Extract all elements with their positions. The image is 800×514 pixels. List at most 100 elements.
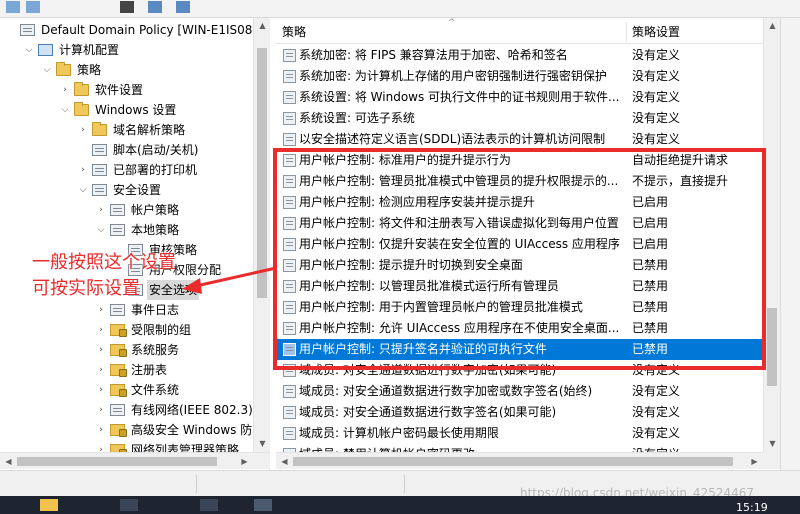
policy-row[interactable]: 以安全描述符定义语言(SDDL)语法表示的计算机访问限制 没有定义 <box>276 129 780 150</box>
policy-row[interactable]: 系统设置: 可选子系统 没有定义 <box>276 108 780 129</box>
network-icon <box>110 404 125 416</box>
firewall-icon <box>110 424 127 437</box>
expand-chevron-down-icon[interactable]: ⌵ <box>78 180 88 200</box>
tree-item[interactable]: › 域名解析策略 <box>0 120 253 140</box>
policy-row[interactable]: 域成员: 对安全通道数据进行数字签名(如果可能) 没有定义 <box>276 402 780 423</box>
tree-item[interactable]: ⌵ 安全设置 <box>0 180 253 200</box>
expand-chevron-right-icon[interactable]: › <box>96 320 106 340</box>
tree-item-label[interactable]: 文件系统 <box>129 380 181 400</box>
toolbar-strip <box>0 0 800 18</box>
tree-item-label[interactable]: 安全选项 <box>147 280 200 300</box>
tree-item-label[interactable]: 已部署的打印机 <box>111 160 199 180</box>
policy-row[interactable]: 系统设置: 将 Windows 可执行文件中的证书规则用于软件... 没有定义 <box>276 87 780 108</box>
expand-chevron-right-icon[interactable]: › <box>96 200 106 220</box>
tree-item[interactable]: › 有线网络(IEEE 802.3)策 <box>0 400 265 420</box>
tree-vertical-scrollbar[interactable]: ▲ ▼ <box>253 18 270 452</box>
tree-item[interactable]: › 文件系统 <box>0 380 253 400</box>
taskbar-app-icon[interactable] <box>254 499 272 511</box>
scroll-up-icon[interactable]: ▲ <box>764 18 781 34</box>
tree-item[interactable]: ⌵ 计算机配置 <box>0 40 253 60</box>
tree-item[interactable]: › 帐户策略 <box>0 200 253 220</box>
tree-item-label[interactable]: 高级安全 Windows 防火 <box>129 420 266 440</box>
annotation-text-line1: 一般按照这个设置 <box>32 252 176 273</box>
tree-horizontal-scrollbar[interactable]: ◀ ▶ <box>0 452 270 469</box>
tree-item-label[interactable]: 安全设置 <box>111 180 163 200</box>
scroll-thumb[interactable] <box>257 48 267 298</box>
expand-chevron-down-icon[interactable]: ⌵ <box>96 220 106 240</box>
scroll-down-icon[interactable]: ▼ <box>254 436 271 452</box>
scroll-left-icon[interactable]: ◀ <box>0 453 17 470</box>
expand-chevron-right-icon[interactable]: › <box>96 300 106 320</box>
expand-chevron-right-icon[interactable]: › <box>96 400 106 420</box>
expand-chevron-down-icon[interactable]: ⌵ <box>24 40 34 60</box>
policy-setting-icon <box>283 49 296 62</box>
tree-item[interactable]: › 事件日志 <box>0 300 253 320</box>
file-explorer-icon[interactable] <box>40 499 58 511</box>
tree-item[interactable]: ⌵ 策略 <box>0 60 253 80</box>
policy-row[interactable]: 系统加密: 将 FIPS 兼容算法用于加密、哈希和签名 没有定义 <box>276 45 780 66</box>
tree-item-label[interactable]: 软件设置 <box>93 80 145 100</box>
tree-item-label[interactable]: 策略 <box>75 60 103 80</box>
policy-setting-value: 没有定义 <box>632 69 681 83</box>
tree-item-label[interactable]: 计算机配置 <box>57 40 121 60</box>
delete-icon[interactable] <box>120 1 134 13</box>
scroll-right-icon[interactable]: ▶ <box>746 453 763 470</box>
expand-chevron-right-icon[interactable]: › <box>60 80 70 100</box>
tree-item-label[interactable]: 受限制的组 <box>129 320 193 340</box>
policy-row[interactable]: 域成员: 禁用计算机帐户密码更改没有定义 <box>276 444 780 452</box>
clock-time: 15:19 <box>736 501 768 514</box>
tree-item[interactable]: Default Domain Policy [WIN-E1IS0843P <box>0 20 269 40</box>
policy-row[interactable]: 域成员: 对安全通道数据进行数字加密或数字签名(始终) 没有定义 <box>276 381 780 402</box>
back-icon[interactable] <box>6 1 20 13</box>
scroll-thumb[interactable] <box>767 308 777 386</box>
policy-row[interactable]: 域成员: 计算机帐户密码最长使用期限 没有定义 <box>276 423 780 444</box>
tree-item-label[interactable]: Default Domain Policy [WIN-E1IS0843P <box>39 20 269 40</box>
tree-item-label[interactable]: 脚本(启动/关机) <box>111 140 200 160</box>
tree-item[interactable]: › 已部署的打印机 <box>0 160 253 180</box>
tree-item-label[interactable]: 注册表 <box>129 360 169 380</box>
tree-item[interactable]: › 受限制的组 <box>0 320 253 340</box>
tree-item[interactable]: › 软件设置 <box>0 80 253 100</box>
printer-icon <box>92 164 107 176</box>
expand-chevron-down-icon[interactable]: ⌵ <box>42 60 52 80</box>
expand-chevron-right-icon[interactable]: › <box>96 380 106 400</box>
tree-item[interactable]: ⌵ 本地策略 <box>0 220 253 240</box>
tree-item[interactable]: 脚本(启动/关机) <box>0 140 253 160</box>
policy-row[interactable]: 系统加密: 为计算机上存储的用户密钥强制进行强密钥保护 没有定义 <box>276 66 780 87</box>
policy-setting-value: 没有定义 <box>632 48 681 62</box>
scroll-down-icon[interactable]: ▼ <box>764 436 781 452</box>
taskbar-app-icon[interactable] <box>120 499 138 511</box>
expand-chevron-right-icon[interactable]: › <box>96 420 106 440</box>
policy-name: 域成员: 对安全通道数据进行数字加密或数字签名(始终) <box>299 384 593 398</box>
tree-item-label[interactable]: 本地策略 <box>129 220 181 240</box>
expand-chevron-down-icon[interactable]: ⌵ <box>60 100 70 120</box>
scroll-thumb[interactable] <box>17 457 217 466</box>
tree-item[interactable]: › 系统服务 <box>0 340 253 360</box>
expand-chevron-right-icon[interactable]: › <box>78 160 88 180</box>
folder-icon <box>74 102 89 116</box>
expand-chevron-right-icon[interactable]: › <box>78 120 88 140</box>
tree-item[interactable]: › 注册表 <box>0 360 253 380</box>
tree-item[interactable]: ⌵ Windows 设置 <box>0 100 253 120</box>
export-icon[interactable] <box>176 1 190 13</box>
taskbar-app-icon[interactable] <box>200 499 218 511</box>
policy-name: 系统设置: 可选子系统 <box>299 111 415 125</box>
scroll-right-icon[interactable]: ▶ <box>236 453 253 470</box>
tree-item-label[interactable]: 帐户策略 <box>129 200 181 220</box>
policy-setting-value: 没有定义 <box>632 426 681 440</box>
tree-item-label[interactable]: 有线网络(IEEE 802.3)策 <box>129 400 267 420</box>
tree-item-label[interactable]: Windows 设置 <box>93 100 178 120</box>
scroll-left-icon[interactable]: ◀ <box>276 453 293 470</box>
expand-chevron-right-icon[interactable]: › <box>96 360 106 380</box>
tree-item[interactable]: › 高级安全 Windows 防火 <box>0 420 264 440</box>
tree-item-label[interactable]: 域名解析策略 <box>111 120 187 140</box>
scroll-thumb[interactable] <box>293 457 733 466</box>
scroll-up-icon[interactable]: ▲ <box>254 18 271 34</box>
refresh-icon[interactable] <box>148 1 162 13</box>
forward-icon[interactable] <box>26 1 40 13</box>
tree-item-label[interactable]: 事件日志 <box>129 300 181 320</box>
tree-item-label[interactable]: 系统服务 <box>129 340 181 360</box>
column-header-setting[interactable]: 策略设置 <box>626 18 780 44</box>
list-horizontal-scrollbar[interactable]: ◀ ▶ <box>276 452 763 469</box>
expand-chevron-right-icon[interactable]: › <box>96 340 106 360</box>
